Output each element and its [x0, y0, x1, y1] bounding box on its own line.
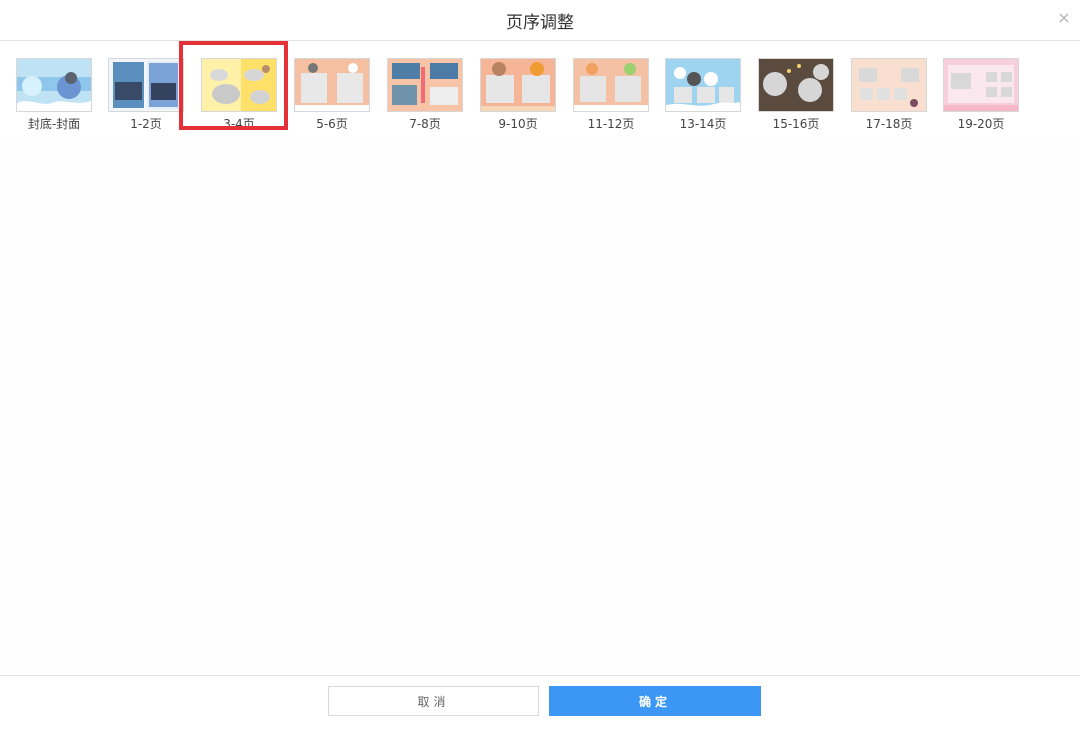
- dialog-header: 页序调整 ×: [0, 0, 1080, 41]
- page-item-11-12[interactable]: 11-12页: [571, 58, 651, 138]
- page-label: 7-8页: [409, 117, 441, 131]
- page-label: 17-18页: [865, 117, 913, 131]
- page-thumbnail: [573, 58, 649, 112]
- cancel-button[interactable]: 取消: [328, 686, 539, 716]
- page-label: 5-6页: [316, 117, 348, 131]
- page-item-9-10[interactable]: 9-10页: [478, 58, 558, 138]
- page-item-cover[interactable]: 封底-封面: [14, 58, 94, 138]
- yellow-thumbnail-image: [202, 59, 276, 111]
- page-label: 19-20页: [957, 117, 1005, 131]
- photo-orange-thumbnail-image: [388, 59, 462, 111]
- page-thumbnail: [201, 58, 277, 112]
- page-item-19-20[interactable]: 19-20页: [941, 58, 1021, 138]
- page-thumbnail: [851, 58, 927, 112]
- page-thumbnail: [480, 58, 556, 112]
- page-item-7-8[interactable]: 7-8页: [385, 58, 465, 138]
- bear-thumbnail-image: [481, 59, 555, 111]
- frog-thumbnail-image: [574, 59, 648, 111]
- pink-thumbnail-image: [944, 59, 1018, 111]
- page-thumbnail: [387, 58, 463, 112]
- close-icon[interactable]: ×: [1054, 8, 1074, 28]
- page-thumbnail: [758, 58, 834, 112]
- page-label: 11-12页: [587, 117, 635, 131]
- peach-thumbnail-image: [295, 59, 369, 111]
- page-thumbnail: [108, 58, 184, 112]
- page-thumbnail: [294, 58, 370, 112]
- photo-thumbnail-image: [109, 59, 183, 111]
- dialog-title: 页序调整: [506, 13, 574, 33]
- page-item-3-4[interactable]: 3-4页: [199, 58, 279, 138]
- page-item-15-16[interactable]: 15-16页: [756, 58, 836, 138]
- page-label: 13-14页: [679, 117, 727, 131]
- page-item-13-14[interactable]: 13-14页: [663, 58, 743, 138]
- cover-thumbnail-image: [17, 59, 91, 111]
- empty-content-area: [0, 140, 1080, 674]
- dialog-footer: 取消 确定: [0, 675, 1080, 738]
- blue-thumbnail-image: [666, 59, 740, 111]
- page-thumbnail: [16, 58, 92, 112]
- page-label: 1-2页: [130, 117, 162, 131]
- dark-thumbnail-image: [759, 59, 833, 111]
- page-thumbnail: [943, 58, 1019, 112]
- page-thumbnail: [665, 58, 741, 112]
- page-thumbnail-strip: 封底-封面 1-2页 3-4页 5-6页 7-8页 9-10页 11-12页 1…: [0, 40, 1080, 140]
- page-item-17-18[interactable]: 17-18页: [849, 58, 929, 138]
- page-item-1-2[interactable]: 1-2页: [106, 58, 186, 138]
- page-label: 3-4页: [223, 117, 255, 131]
- confirm-button[interactable]: 确定: [549, 686, 761, 716]
- cream-thumbnail-image: [852, 59, 926, 111]
- page-label: 封底-封面: [27, 117, 81, 131]
- page-item-5-6[interactable]: 5-6页: [292, 58, 372, 138]
- page-label: 9-10页: [498, 117, 538, 131]
- page-label: 15-16页: [772, 117, 820, 131]
